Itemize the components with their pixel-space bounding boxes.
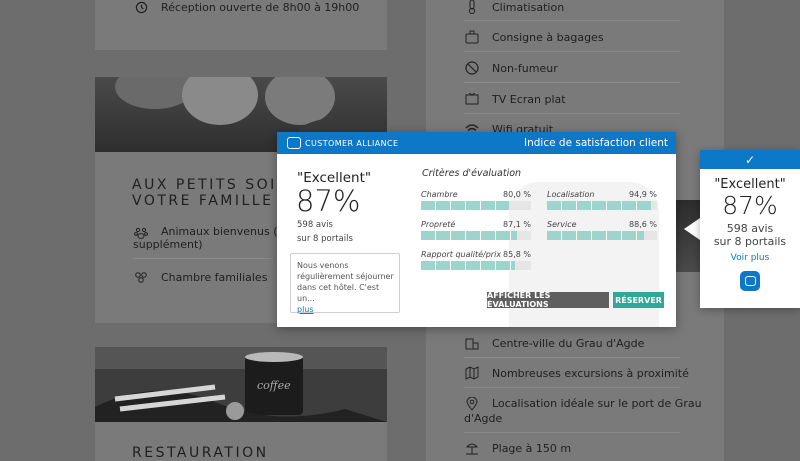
- widget-score: 87%: [722, 191, 778, 220]
- review-excerpt-box: Nous venons régulièrement séjourner dans…: [290, 253, 400, 314]
- location-center: Centre-ville du Grau d'Agde: [464, 336, 644, 350]
- location-pin-icon: [464, 396, 480, 412]
- criterion-label: Propreté: [421, 220, 456, 229]
- criterion-rapport: Rapport qualité/prix 85,8 %: [421, 250, 531, 270]
- divider: [464, 387, 680, 388]
- location-label: Plage à 150 m: [492, 441, 572, 455]
- divider: [464, 82, 680, 83]
- map-icon: [464, 365, 480, 381]
- score-percent: 87%: [296, 184, 361, 218]
- criterion-bar-fill: [421, 231, 517, 240]
- coffee-photo: coffee: [95, 347, 387, 422]
- criterion-value: 85,8 %: [503, 250, 531, 259]
- amenity-label: Non-fumeur: [492, 61, 558, 75]
- no-smoking-icon: [464, 60, 480, 76]
- beach-icon: [464, 440, 480, 456]
- widget-review-count: 598 avis: [726, 222, 774, 235]
- criterion-bar-fill: [421, 261, 516, 270]
- building-icon: [464, 335, 480, 351]
- family-rooms-text: Chambre familiales: [161, 270, 268, 284]
- pets-item: Animaux bienvenus (sa supplément): [133, 225, 290, 251]
- divider: [464, 51, 680, 52]
- location-label: Centre-ville du Grau d'Agde: [492, 336, 645, 350]
- review-excerpt: Nous venons régulièrement séjourner dans…: [297, 261, 394, 303]
- criterion-label: Service: [547, 220, 577, 229]
- location-label-line2: d'Agde: [464, 412, 503, 425]
- restaurant-heading: RESTAURATION: [132, 445, 269, 461]
- popup-header: CUSTOMER ALLIANCE Indice de satisfaction…: [277, 132, 676, 154]
- criterion-bar-fill: [547, 231, 645, 240]
- location-port: Localisation idéale sur le port de Grau …: [464, 396, 702, 426]
- amenity-label: Climatisation: [492, 0, 565, 14]
- luggage-icon: [464, 29, 480, 45]
- criteria-title: Critères d'évaluation: [422, 168, 522, 179]
- amenity-label: Consigne à bagages: [492, 30, 604, 44]
- criterion-bar: [421, 261, 531, 270]
- criterion-bar: [421, 201, 531, 210]
- brand-text: CUSTOMER ALLIANCE: [305, 138, 399, 148]
- review-more-link[interactable]: plus: [297, 305, 314, 314]
- criterion-bar: [547, 231, 657, 240]
- location-excursions: Nombreuses excursions à proximité: [464, 366, 689, 380]
- criterion-label: Chambre: [421, 190, 458, 199]
- widget-rating-label: "Excellent": [714, 177, 786, 192]
- criterion-proprete: Propreté 87,1 %: [421, 220, 531, 240]
- popup-title: Indice de satisfaction client: [524, 137, 668, 149]
- pets-line1: Animaux bienvenus (sa: [161, 225, 290, 238]
- divider: [464, 20, 680, 21]
- amenity-luggage: Consigne à bagages: [464, 30, 604, 44]
- family-divider: [133, 258, 273, 259]
- criterion-value: 88,6 %: [629, 220, 657, 229]
- svg-text:coffee: coffee: [257, 379, 291, 392]
- location-label: Nombreuses excursions à proximité: [492, 366, 689, 380]
- criterion-service: Service 88,6 %: [547, 220, 657, 240]
- location-beach: Plage à 150 m: [464, 441, 571, 455]
- checkmark-icon: ✓: [744, 152, 756, 167]
- amenity-nonsmoking: Non-fumeur: [464, 61, 558, 75]
- book-button[interactable]: RÉSERVER: [613, 292, 664, 308]
- criterion-value: 94,9 %: [629, 190, 657, 199]
- criterion-bar-fill: [421, 201, 509, 210]
- amenity-climatisation: Climatisation: [464, 0, 564, 14]
- pets-line2: supplément): [133, 238, 203, 251]
- criterion-bar-fill: [547, 201, 652, 210]
- customer-alliance-badge-icon[interactable]: [740, 271, 760, 291]
- widget-header: ✓: [700, 150, 800, 169]
- clock-icon: [133, 0, 149, 15]
- criterion-label: Localisation: [547, 190, 595, 199]
- reception-text: Réception ouverte de 8h00 à 19h00: [161, 0, 360, 14]
- tv-icon: [464, 91, 480, 107]
- rating-widget[interactable]: ✓ "Excellent" 87% 598 avis sur 8 portail…: [700, 150, 800, 308]
- criterion-bar: [547, 201, 657, 210]
- thermometer-icon: [464, 0, 480, 15]
- criterion-value: 80,0 %: [503, 190, 531, 199]
- family-rooms-item: Chambre familiales: [133, 269, 267, 285]
- location-label-line1: Localisation idéale sur le port de Grau: [492, 397, 702, 410]
- criterion-bar: [421, 231, 531, 240]
- criterion-value: 87,1 %: [503, 220, 531, 229]
- amenity-label: TV Ecran plat: [492, 92, 566, 106]
- widget-portal-count: sur 8 portails: [713, 235, 787, 248]
- family-icon: [133, 269, 149, 285]
- criterion-label: Rapport qualité/prix: [421, 250, 502, 259]
- divider: [464, 432, 680, 433]
- customer-alliance-logo[interactable]: CUSTOMER ALLIANCE: [287, 137, 398, 149]
- criterion-localisation: Localisation 94,9 %: [547, 190, 657, 210]
- family-heading-line2: VOTRE FAMILLE: [132, 193, 274, 209]
- family-heading: AUX PETITS SOIN VOTRE FAMILLE: [132, 177, 290, 209]
- speech-bubble-icon: [287, 137, 301, 149]
- widget-see-more-link[interactable]: Voir plus: [700, 253, 800, 263]
- review-count: 598 avis: [297, 220, 333, 230]
- divider: [464, 113, 680, 114]
- portal-count: sur 8 portails: [297, 234, 353, 244]
- widget-arrow: [684, 218, 700, 240]
- satisfaction-popup: CUSTOMER ALLIANCE Indice de satisfaction…: [277, 132, 676, 327]
- amenity-tv: TV Ecran plat: [464, 92, 566, 106]
- criterion-chambre: Chambre 80,0 %: [421, 190, 531, 210]
- reception-hours: Réception ouverte de 8h00 à 19h00: [133, 0, 359, 14]
- show-reviews-button[interactable]: AFFICHER LES ÉVALUATIONS: [487, 291, 609, 309]
- family-heading-line1: AUX PETITS SOIN: [132, 177, 290, 193]
- divider: [464, 357, 680, 358]
